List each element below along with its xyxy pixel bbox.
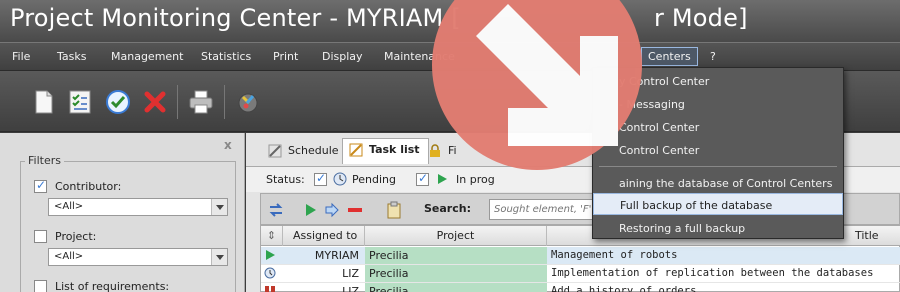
task-list-tab-icon (349, 143, 363, 157)
play-icon (438, 174, 447, 184)
clock-icon (264, 267, 276, 279)
menu-print[interactable]: Print (273, 50, 298, 63)
contributor-label: Contributor: (55, 180, 122, 193)
in-progress-checkbox[interactable] (416, 171, 429, 186)
project-cell: Precilia (365, 247, 547, 264)
search-label: Search: (424, 202, 471, 215)
tab-task-list[interactable]: Task list (342, 138, 429, 164)
clock-icon (333, 172, 347, 186)
menu-statistics[interactable]: Statistics (201, 50, 251, 63)
window-title-tail: r Mode] (654, 4, 748, 32)
contributor-select-value: <All> (54, 201, 84, 212)
window-title: Project Monitoring Center - MYRIAM [ (10, 4, 461, 32)
contributor-select[interactable]: <All> (48, 198, 228, 216)
pointer-overlay-badge (432, 0, 642, 170)
refresh-icon[interactable] (267, 201, 285, 219)
contributor-checkbox[interactable] (34, 178, 47, 193)
table-row[interactable]: LIZ Precilia Add a history of orders (261, 283, 900, 292)
new-document-icon[interactable] (30, 88, 58, 116)
filters-group: Filters Contributor: <All> Project: <All… (20, 154, 236, 292)
table-row[interactable]: MYRIAM Precilia Management of robots (261, 247, 900, 265)
menu-display[interactable]: Display (322, 50, 363, 63)
project-cell: Precilia (365, 265, 547, 282)
filter-panel: x Filters Contributor: <All> Project: <A… (0, 133, 245, 292)
menu-file[interactable]: File (12, 50, 30, 63)
next-task-icon[interactable] (323, 201, 341, 219)
in-progress-label: In prog (456, 173, 495, 186)
delete-icon[interactable] (141, 88, 169, 116)
assigned-cell: MYRIAM (314, 249, 359, 262)
title-cell: Implementation of replication between th… (551, 267, 874, 279)
chevron-down-icon (211, 199, 227, 215)
filters-legend: Filters (25, 154, 64, 167)
menu-item-restore-backup[interactable]: Restoring a full backup (593, 217, 843, 239)
tab-schedule[interactable]: Schedule (262, 140, 347, 164)
validate-icon[interactable] (104, 88, 132, 116)
pending-label: Pending (352, 173, 396, 186)
clipboard-icon[interactable] (385, 201, 403, 219)
pending-checkbox[interactable] (314, 171, 327, 186)
start-task-icon[interactable] (302, 201, 320, 219)
tab-task-list-label: Task list (369, 143, 420, 156)
title-cell: Management of robots (551, 249, 678, 261)
project-cell: Precilia (365, 283, 547, 292)
task-list-icon[interactable] (66, 88, 94, 116)
table-row[interactable]: LIZ Precilia Implementation of replicati… (261, 265, 900, 283)
chevron-down-icon (211, 249, 227, 265)
toolbar-separator (177, 85, 178, 119)
project-select[interactable]: <All> (48, 248, 228, 266)
print-icon[interactable] (187, 88, 215, 116)
requirements-label: List of requirements: (55, 280, 170, 292)
menu-item-maintaining-database[interactable]: aining the database of Control Centers (593, 172, 843, 194)
menu-management[interactable]: Management (111, 50, 183, 63)
title-cell: Add a history of orders (551, 285, 697, 292)
project-header[interactable]: Project (365, 226, 547, 246)
stop-icon (265, 286, 275, 292)
assigned-cell: LIZ (342, 267, 359, 280)
in-progress-icon (266, 250, 275, 260)
close-filter-panel-icon[interactable]: x (224, 138, 232, 152)
requirements-checkbox[interactable] (34, 280, 47, 292)
menu-item-full-backup[interactable]: Full backup of the database (593, 193, 843, 215)
menu-tasks[interactable]: Tasks (57, 50, 86, 63)
stop-task-icon[interactable] (346, 201, 364, 219)
project-label: Project: (55, 230, 97, 243)
project-checkbox[interactable] (34, 230, 47, 243)
menu-help[interactable]: ? (710, 50, 716, 63)
status-column-header[interactable]: ⇕ (261, 226, 283, 246)
status-label: Status: (266, 173, 305, 186)
menu-centers[interactable]: Centers (641, 47, 698, 66)
toolbar-separator (224, 85, 225, 119)
schedule-icon (268, 144, 282, 158)
arrow-down-right-icon (476, 4, 618, 146)
tools-icon[interactable] (234, 88, 262, 116)
project-select-value: <All> (54, 251, 84, 262)
search-input[interactable] (489, 199, 597, 220)
assigned-to-header[interactable]: Assigned to (283, 226, 365, 246)
assigned-cell: LIZ (342, 285, 359, 292)
tab-schedule-label: Schedule (288, 144, 339, 157)
